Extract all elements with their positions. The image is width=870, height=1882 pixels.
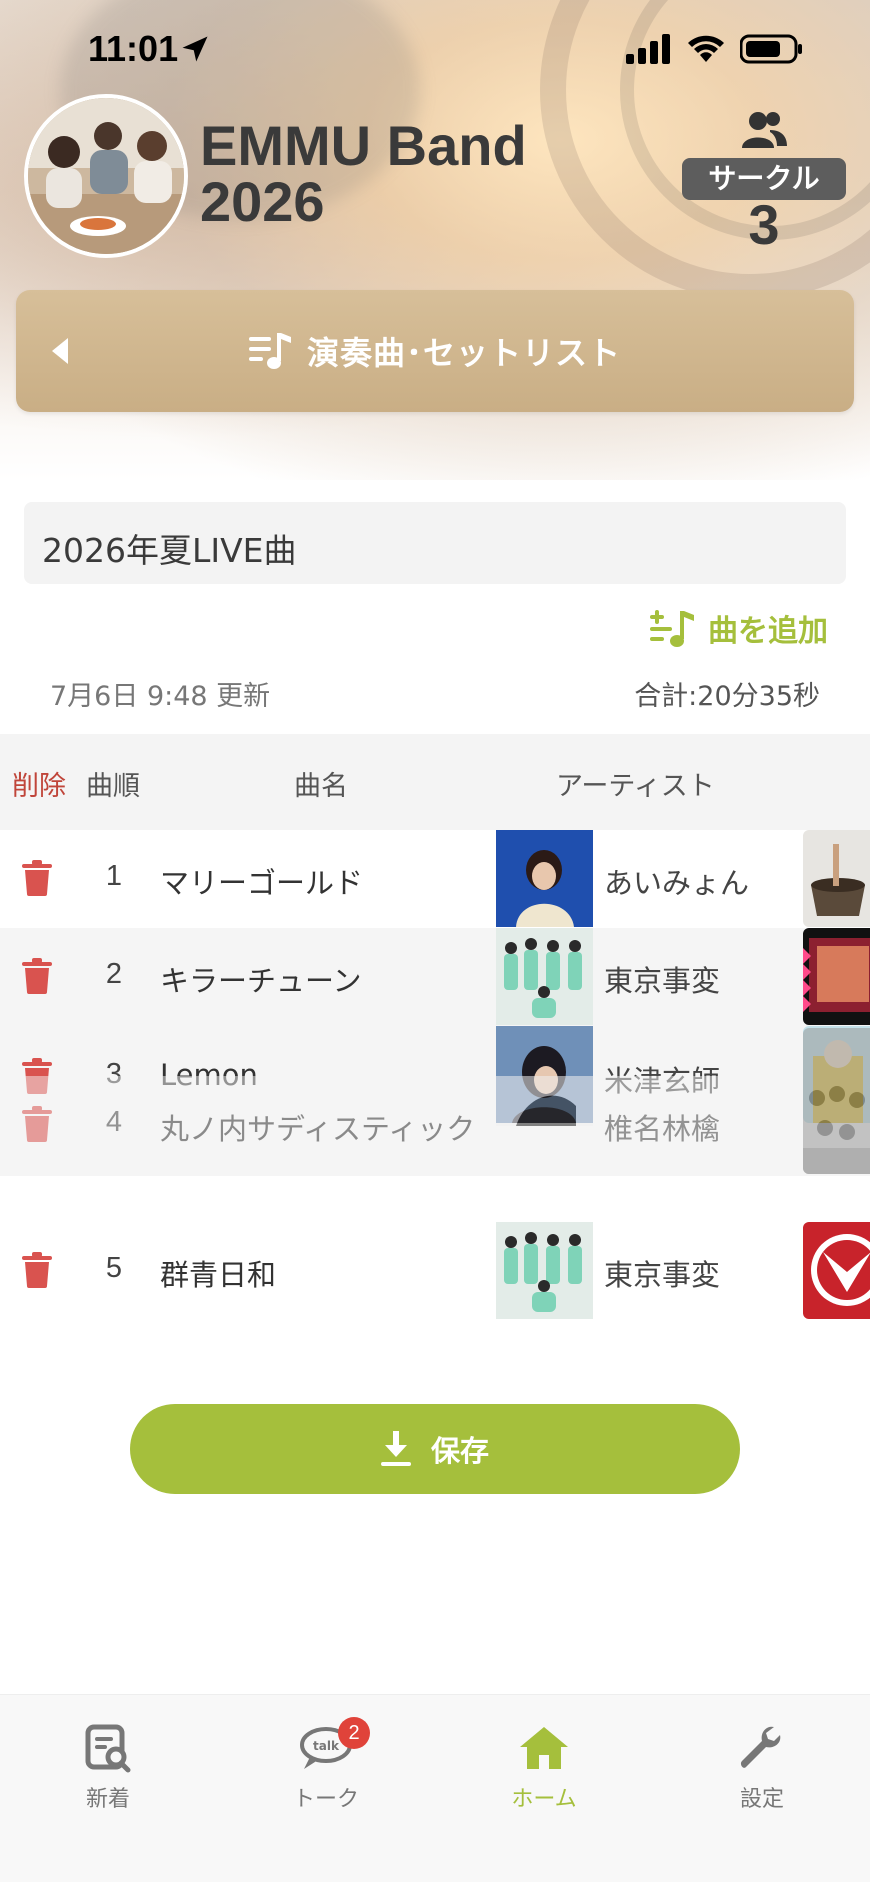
unread-badge: 2 (338, 1717, 370, 1749)
table-row[interactable]: 2 キラーチューン 東京事変 (0, 928, 870, 1026)
section-title-wrap: 演奏曲･セットリスト (16, 290, 854, 412)
trash-icon[interactable] (22, 1106, 52, 1142)
group-avatar[interactable] (24, 94, 188, 258)
svg-text:talk: talk (313, 1739, 340, 1753)
tab-news[interactable]: 新着 (28, 1723, 188, 1813)
artist-name: 椎名林檎 (604, 1112, 721, 1146)
group-photo (28, 98, 184, 254)
song-order: 5 (105, 1252, 123, 1284)
bottom-tab-bar: 新着 talk トーク 2 ホーム 設定 (0, 1694, 870, 1882)
add-song-button[interactable]: 曲を追加 (650, 604, 828, 652)
section-title: 演奏曲･セットリスト (306, 334, 621, 372)
song-order: 2 (105, 958, 123, 990)
location-arrow-icon (182, 36, 208, 62)
add-song-label: 曲を追加 (708, 614, 828, 649)
tab-home-label: ホーム (511, 1787, 577, 1812)
circle-count: 3 (748, 193, 780, 256)
trash-icon[interactable] (22, 958, 52, 994)
download-icon (380, 1431, 411, 1466)
column-header-title: 曲名 (294, 771, 348, 802)
song-order: 4 (105, 1106, 123, 1138)
song-title: 丸ノ内サディスティック (160, 1112, 476, 1146)
save-label: 保存 (430, 1434, 489, 1468)
artist-name: 東京事変 (604, 1258, 721, 1292)
wrench-icon (740, 1726, 781, 1768)
members-icon (742, 112, 787, 148)
group-name: EMMU Band 2026 (200, 118, 527, 230)
column-header-order: 曲順 (86, 771, 140, 802)
trash-icon[interactable] (22, 860, 52, 896)
column-header-delete: 削除 (12, 771, 66, 802)
song-title: 群青日和 (160, 1258, 277, 1292)
table-header: 削除 曲順 曲名 アーティスト (0, 734, 870, 830)
circle-members-button[interactable]: サークル 3 (682, 110, 846, 254)
group-name-line2: 2026 (200, 170, 325, 233)
total-duration: 合計:20分35秒 (634, 681, 820, 712)
song-cover-image (803, 928, 870, 1025)
tab-settings-label: 設定 (739, 1787, 784, 1812)
save-button[interactable]: 保存 (130, 1404, 740, 1494)
song-title: キラーチューン (160, 964, 362, 998)
status-time: 11:01 (88, 28, 179, 69)
setlist-name-input[interactable]: 2026年夏LIVE曲 (24, 502, 846, 584)
artist-photo (496, 1076, 593, 1126)
cellular-signal-icon (626, 34, 670, 64)
artist-photo (496, 830, 593, 927)
tab-settings[interactable]: 設定 (682, 1723, 842, 1813)
artist-photo (496, 928, 593, 1025)
status-bar: 11:01 (0, 0, 870, 100)
trash-icon[interactable] (22, 1252, 52, 1288)
song-cover-image (803, 1028, 870, 1174)
home-icon (520, 1727, 568, 1769)
add-music-icon (650, 610, 694, 647)
music-list-icon (248, 333, 291, 369)
dragging-row[interactable]: 4 丸ノ内サディスティック 椎名林檎 (0, 1028, 870, 1174)
artist-name: あいみょん (604, 866, 750, 900)
updated-timestamp: 7月6日 9:48 更新 (50, 681, 271, 712)
table-row[interactable]: 5 群青日和 東京事変 (0, 1222, 870, 1320)
tab-news-label: 新着 (85, 1787, 130, 1812)
setlist-name-value: 2026年夏LIVE曲 (42, 531, 297, 570)
artist-name: 東京事変 (604, 964, 721, 998)
artist-photo (496, 1222, 593, 1319)
table-row-drag-area[interactable]: 3 Lemon 米津玄師 4 丸ノ内サディスティック (0, 1026, 870, 1176)
battery-icon (740, 34, 802, 64)
song-cover-image (803, 830, 870, 927)
tab-talk[interactable]: talk トーク 2 (246, 1717, 406, 1813)
song-cover-image (803, 1222, 870, 1319)
song-order: 1 (105, 860, 123, 892)
tab-home[interactable]: ホーム (464, 1723, 624, 1813)
table-row[interactable]: 1 マリーゴールド あいみょん (0, 830, 870, 928)
section-header-bar: 演奏曲･セットリスト (16, 290, 854, 412)
group-name-line1: EMMU Band (200, 114, 527, 177)
wifi-icon (688, 35, 724, 62)
tab-talk-label: トーク (292, 1787, 359, 1812)
setlist-screen: 11:01 EMMU Band 2026 サークル 3 演奏曲･セットリスト 2… (0, 0, 870, 1882)
news-search-icon (85, 1724, 131, 1773)
column-header-artist: アーティスト (556, 771, 715, 802)
song-title: マリーゴールド (160, 866, 364, 900)
